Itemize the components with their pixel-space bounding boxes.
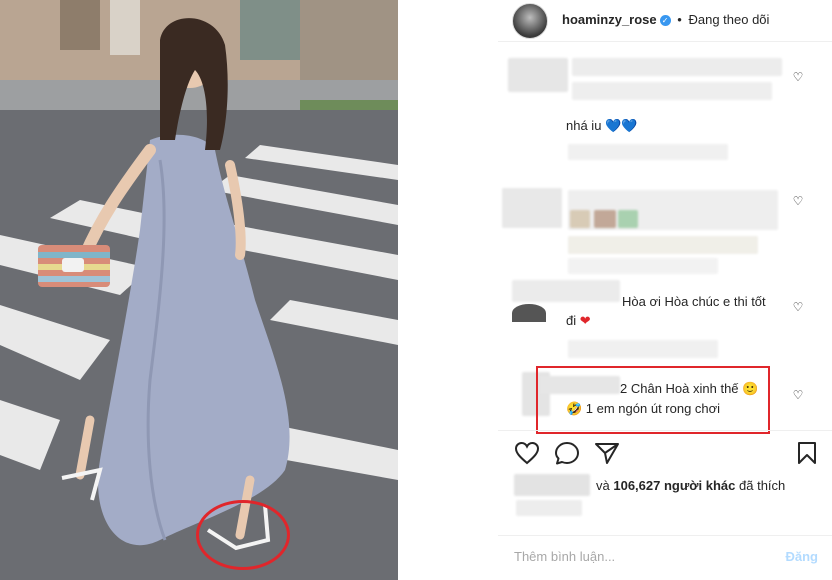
highlight-box bbox=[536, 366, 770, 434]
add-comment-input[interactable]: Thêm bình luận... bbox=[514, 549, 615, 564]
likes-summary[interactable]: và 106,627 người khác đã thích bbox=[596, 478, 785, 493]
comment-text: Hòa ơi Hòa chúc e thi tốt bbox=[622, 294, 766, 309]
post-photo[interactable] bbox=[0, 0, 398, 580]
header-divider bbox=[498, 41, 832, 42]
red-heart-emoji: ❤ bbox=[579, 313, 591, 328]
blurred-username bbox=[572, 58, 782, 76]
comments-panel: hoaminzy_rose ✓ • Đang theo dõi nhá iu 💙💙… bbox=[498, 0, 832, 580]
blurred-text bbox=[568, 236, 758, 254]
blurred-avatar bbox=[508, 58, 568, 92]
like-comment-heart-icon[interactable]: ♡ bbox=[792, 389, 804, 401]
blurred-emoji bbox=[570, 210, 590, 228]
like-comment-heart-icon[interactable]: ♡ bbox=[792, 71, 804, 83]
likes-prefix: và bbox=[596, 478, 610, 493]
actions-divider bbox=[498, 430, 832, 431]
follow-status-button[interactable]: Đang theo dõi bbox=[688, 12, 769, 27]
likes-count: 106,627 bbox=[613, 478, 661, 493]
blurred-liker-avatars bbox=[514, 474, 590, 496]
blurred-meta bbox=[568, 340, 718, 358]
blurred-meta bbox=[516, 500, 582, 516]
blurred-meta bbox=[568, 258, 718, 274]
blurred-meta bbox=[568, 144, 728, 160]
composer-divider bbox=[498, 535, 832, 536]
avatar[interactable] bbox=[512, 3, 548, 39]
likes-suffix: đã thích bbox=[739, 478, 786, 493]
blurred-username bbox=[512, 280, 620, 302]
verified-badge-icon: ✓ bbox=[659, 15, 671, 27]
blurred-avatar bbox=[502, 188, 562, 228]
username-link[interactable]: hoaminzy_rose bbox=[562, 12, 657, 27]
blurred-emoji bbox=[618, 210, 638, 228]
comment-text-line2: đi ❤ bbox=[566, 313, 591, 329]
save-bookmark-icon[interactable] bbox=[796, 441, 818, 465]
likes-middle: người khác bbox=[663, 478, 736, 493]
like-comment-heart-icon[interactable]: ♡ bbox=[792, 195, 804, 207]
blurred-text bbox=[572, 82, 772, 100]
blurred-emoji bbox=[594, 210, 616, 228]
post-image-illustration bbox=[0, 0, 398, 580]
like-heart-icon[interactable] bbox=[514, 441, 540, 465]
avatar[interactable] bbox=[512, 304, 546, 322]
like-comment-heart-icon[interactable]: ♡ bbox=[792, 301, 804, 313]
post-header: hoaminzy_rose ✓ • Đang theo dõi bbox=[498, 0, 832, 40]
comment-text: nhá iu 💙💙 bbox=[566, 118, 638, 133]
comment-text-end: đi bbox=[566, 313, 577, 328]
post-comment-button[interactable]: Đăng bbox=[786, 549, 819, 564]
header-text: hoaminzy_rose ✓ • Đang theo dõi bbox=[562, 12, 769, 27]
comment-icon[interactable] bbox=[554, 441, 580, 465]
separator-dot: • bbox=[677, 12, 682, 27]
highlight-circle bbox=[196, 500, 290, 570]
share-icon[interactable] bbox=[594, 441, 620, 465]
